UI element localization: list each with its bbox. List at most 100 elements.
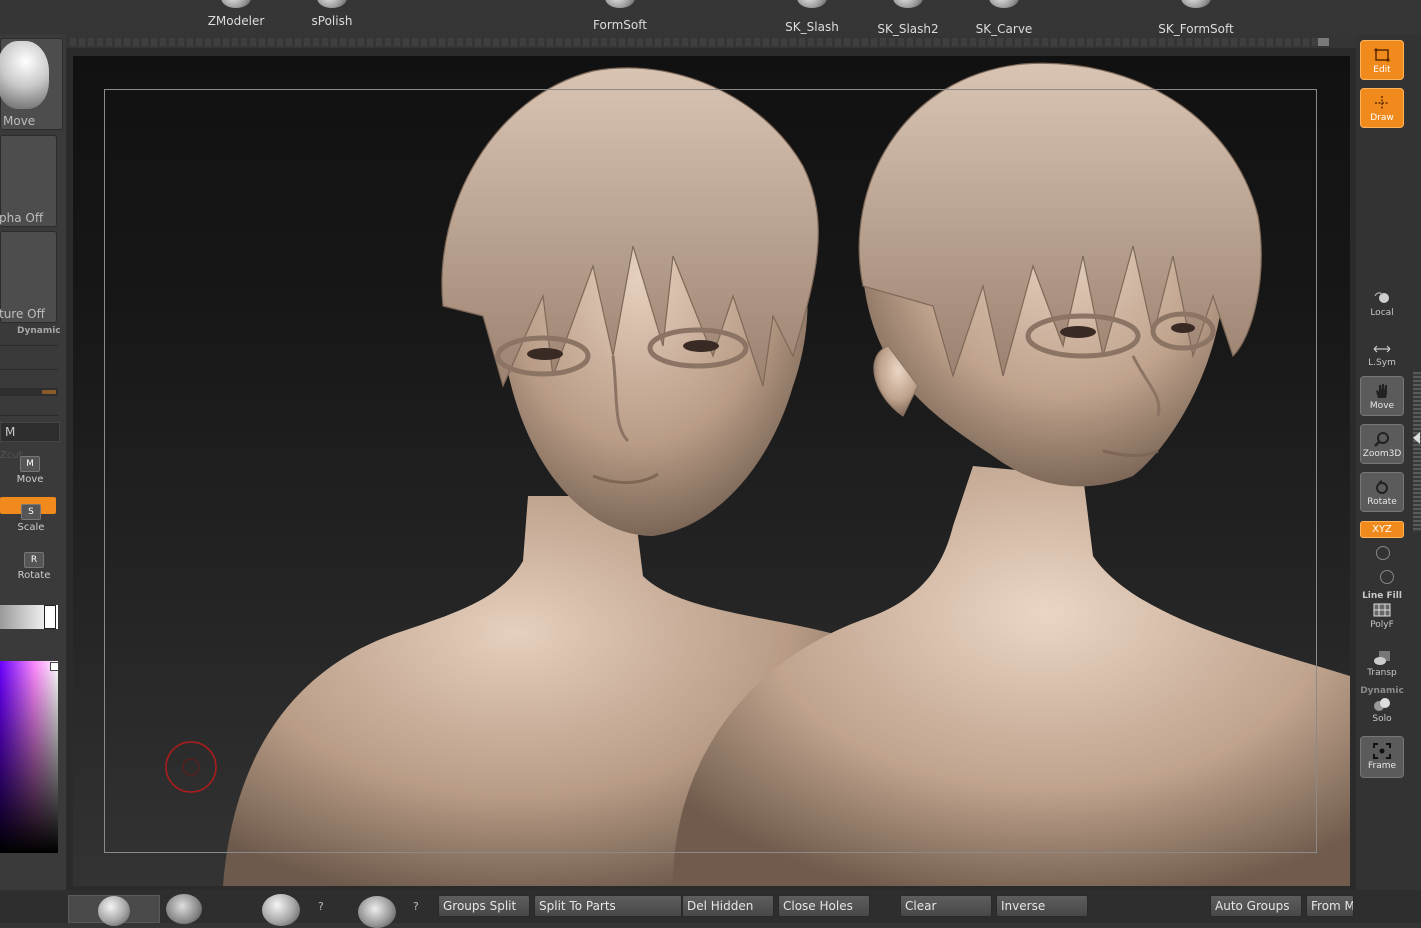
- color-swatch-handle[interactable]: [44, 605, 56, 629]
- draw-size-slider[interactable]: [0, 388, 58, 396]
- scale-icon: S: [21, 504, 41, 520]
- xyz-toggle[interactable]: XYZ: [1360, 521, 1404, 538]
- zoom3d-label: Zoom3D: [1362, 449, 1402, 459]
- draw-button[interactable]: Draw: [1360, 88, 1404, 128]
- tray-divider: [0, 415, 58, 416]
- document-canvas[interactable]: [73, 56, 1350, 886]
- from-mesh-button[interactable]: From M: [1306, 895, 1354, 917]
- alpha-label: pha Off: [0, 211, 44, 225]
- frame-button[interactable]: Frame: [1360, 736, 1404, 778]
- move-view-label: Move: [1369, 401, 1395, 411]
- sculpt-render: [165, 62, 1350, 886]
- move-mode-button[interactable]: M Move: [10, 456, 50, 485]
- edit-button[interactable]: Edit: [1360, 40, 1404, 80]
- solo-label: Solo: [1372, 714, 1392, 724]
- rotate-view-label: Rotate: [1367, 497, 1397, 507]
- lsym-icon: [1373, 345, 1391, 353]
- brush-label: ZModeler: [207, 14, 265, 28]
- brush-thumb-icon: [893, 0, 923, 8]
- rotate-label: Rotate: [17, 570, 51, 581]
- draw-icon: [1375, 96, 1389, 110]
- move-icon: M: [20, 456, 40, 472]
- auto-groups-button[interactable]: Auto Groups: [1210, 895, 1302, 917]
- zoom3d-button[interactable]: Zoom3D: [1360, 424, 1404, 464]
- close-holes-button[interactable]: Close Holes: [778, 895, 870, 917]
- y-axis-toggle-icon[interactable]: [1376, 546, 1390, 560]
- help-question-icon[interactable]: ?: [413, 900, 419, 913]
- clear-button[interactable]: Clear: [900, 895, 992, 917]
- hand-icon: [1376, 384, 1387, 398]
- dynamic-label: Dynamic: [17, 326, 61, 336]
- move-view-button[interactable]: Move: [1360, 376, 1404, 416]
- edit-label: Edit: [1373, 65, 1391, 75]
- brush-name: Move: [3, 114, 36, 128]
- del-hidden-button[interactable]: Del Hidden: [682, 895, 774, 917]
- material-label: M: [5, 425, 16, 439]
- polyf-label: PolyF: [1370, 620, 1394, 630]
- brush-label: sPolish: [311, 14, 353, 28]
- rotate-mode-button[interactable]: R Rotate: [14, 552, 54, 581]
- scale-label: Scale: [17, 522, 45, 533]
- stroke-swirl-icon[interactable]: [166, 894, 202, 924]
- color-picker[interactable]: [0, 661, 59, 853]
- z-axis-toggle-icon[interactable]: [1380, 570, 1394, 584]
- inverse-button[interactable]: Inverse: [996, 895, 1088, 917]
- polyframe-icon: [1373, 603, 1391, 617]
- brush-label: SK_Carve: [975, 22, 1033, 36]
- alpha-tile[interactable]: pha Off: [0, 135, 57, 227]
- brush-cursor-inner: [182, 758, 200, 776]
- progress-strip: [70, 38, 1330, 46]
- brush-label: SK_Slash: [785, 20, 839, 34]
- brush-thumb-icon: [1181, 0, 1211, 8]
- material-button[interactable]: M: [0, 422, 60, 442]
- move-label: Move: [16, 474, 44, 485]
- solo-button[interactable]: Solo: [1360, 690, 1404, 730]
- xyz-label: XYZ: [1372, 524, 1392, 535]
- right-scroll-grip[interactable]: [1413, 372, 1421, 532]
- brush-thumb-icon: [989, 0, 1019, 8]
- solo-icon: [1374, 698, 1390, 711]
- brush-sk-slash[interactable]: SK_Slash: [766, 0, 858, 34]
- slider-handle[interactable]: [42, 390, 56, 394]
- brush-label: SK_FormSoft: [1158, 22, 1234, 36]
- brush-sphere-icon: [98, 896, 130, 926]
- lsym-label: L.Sym: [1368, 358, 1396, 368]
- polyf-button[interactable]: PolyF: [1360, 596, 1404, 636]
- brush-sk-slash2[interactable]: SK_Slash2: [862, 0, 954, 36]
- secondary-color-swatch[interactable]: [0, 605, 58, 629]
- lsym-button[interactable]: L.Sym: [1360, 334, 1404, 374]
- local-icon: [1374, 292, 1389, 303]
- brush-zmodeler[interactable]: ZModeler: [190, 0, 282, 28]
- transp-button[interactable]: Transp: [1360, 644, 1404, 684]
- alpha-sphere-icon[interactable]: [262, 894, 300, 926]
- brush-shelf: ZModeler sPolish FormSoft SK_Slash SK_Sl…: [0, 0, 1421, 36]
- color-picker-cursor[interactable]: [50, 662, 59, 671]
- brush-label: FormSoft: [593, 18, 647, 32]
- tray-divider: [0, 345, 58, 346]
- brush-sk-carve[interactable]: SK_Carve: [958, 0, 1050, 36]
- brush-thumb-icon: [317, 0, 347, 8]
- progress-end: [1318, 38, 1329, 46]
- scale-mode-button[interactable]: S Scale: [11, 504, 51, 533]
- brush-spolish[interactable]: sPolish: [286, 0, 378, 28]
- transp-label: Transp: [1367, 668, 1397, 678]
- transparency-icon: [1374, 651, 1390, 665]
- texture-tile[interactable]: ture Off: [0, 231, 57, 323]
- tray-collapse-arrow-icon[interactable]: [1413, 432, 1420, 444]
- split-to-parts-button[interactable]: Split To Parts: [534, 895, 682, 917]
- groups-split-button[interactable]: Groups Split: [438, 895, 530, 917]
- local-button[interactable]: Local: [1360, 284, 1404, 324]
- rotate-icon: [1376, 480, 1388, 494]
- current-brush-tile[interactable]: Move: [0, 38, 63, 130]
- rotate-icon: R: [24, 552, 44, 568]
- brush-sk-formsoft[interactable]: SK_FormSoft: [1150, 0, 1242, 36]
- help-question-icon[interactable]: ?: [318, 900, 324, 913]
- material-sphere-icon[interactable]: [358, 896, 396, 928]
- brush-formsoft[interactable]: FormSoft: [574, 0, 666, 32]
- frame-icon: [1373, 743, 1391, 759]
- rotate-view-button[interactable]: Rotate: [1360, 472, 1404, 512]
- brush-preview-icon: [0, 41, 49, 109]
- frame-label: Frame: [1367, 761, 1397, 771]
- local-label: Local: [1370, 308, 1394, 318]
- edit-icon: [1374, 48, 1390, 62]
